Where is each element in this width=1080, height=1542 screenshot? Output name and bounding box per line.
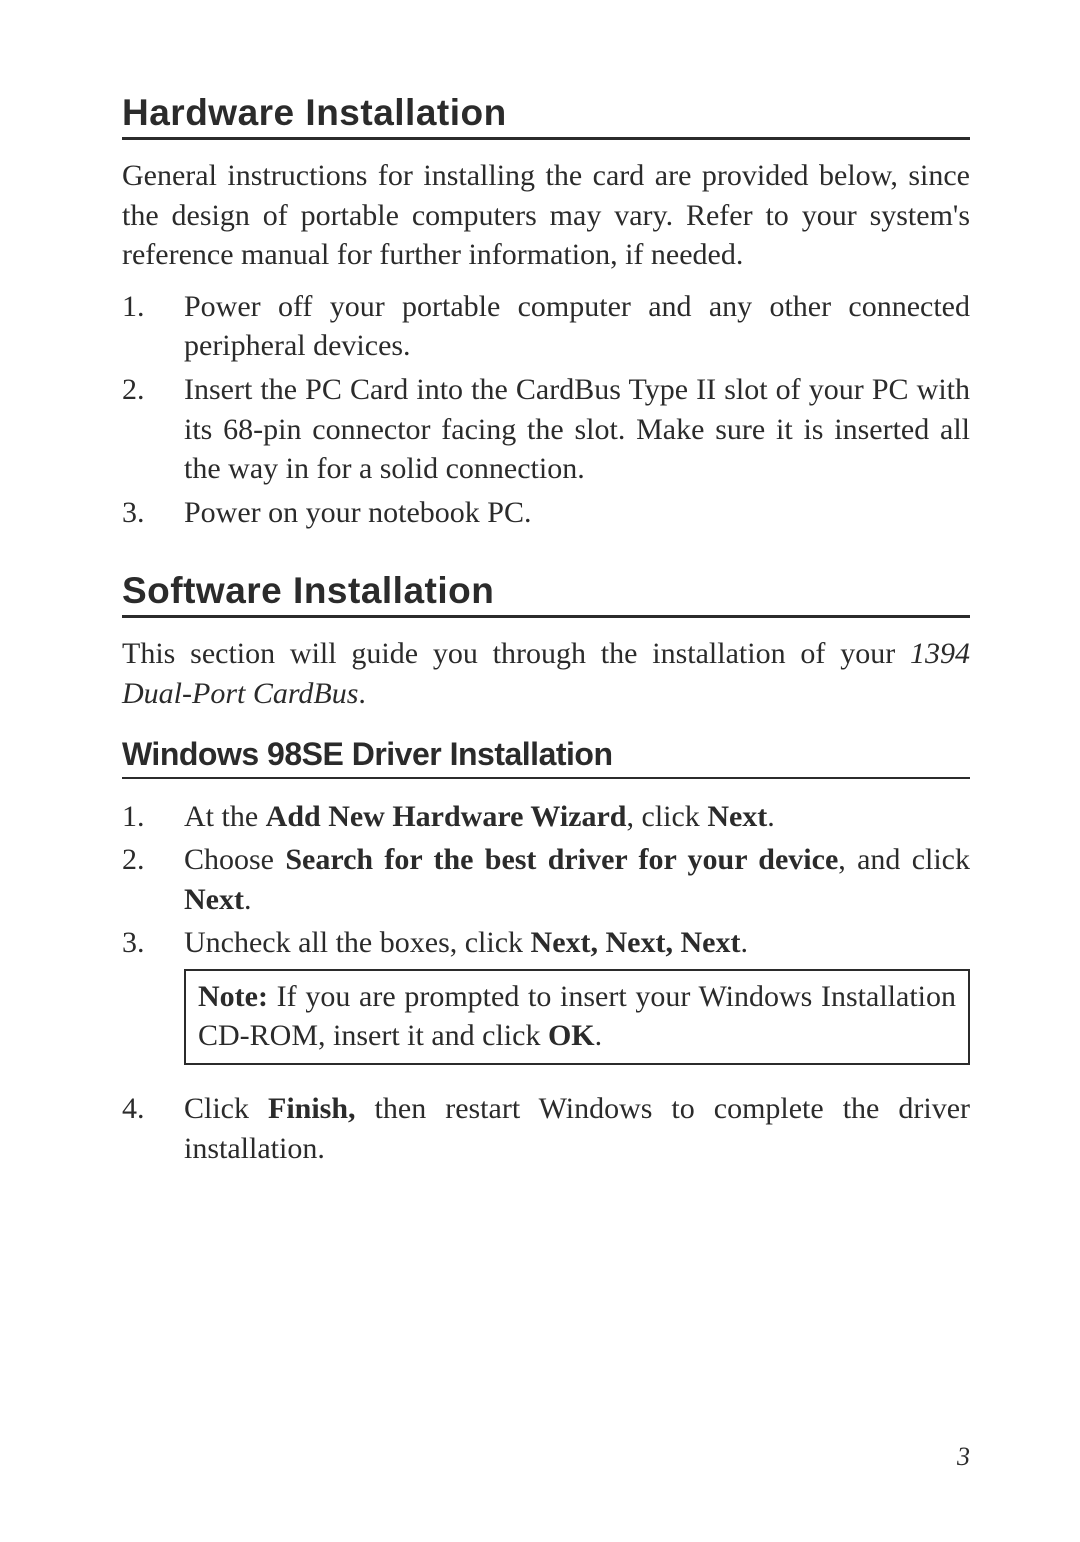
list-text: Choose Search for the best driver for yo… bbox=[184, 840, 970, 919]
heading-windows-98se: Windows 98SE Driver Installation bbox=[122, 736, 970, 779]
text-run: Choose bbox=[184, 843, 285, 876]
list-text: Power off your portable computer and any… bbox=[184, 287, 970, 366]
list-item: 4. Click Finish, then restart Windows to… bbox=[122, 1089, 970, 1168]
heading-software-installation: Software Installation bbox=[122, 570, 970, 618]
text-run: Uncheck all the boxes, click bbox=[184, 926, 531, 959]
text-run: . bbox=[740, 926, 748, 959]
list-item: 3. Uncheck all the boxes, click Next, Ne… bbox=[122, 923, 970, 963]
bold-text: Next bbox=[707, 800, 767, 833]
list-number: 1. bbox=[122, 287, 184, 366]
bold-text: Next bbox=[184, 883, 244, 916]
list-text: Insert the PC Card into the CardBus Type… bbox=[184, 370, 970, 489]
note-box: Note: If you are prompted to insert your… bbox=[184, 969, 970, 1065]
list-number: 2. bbox=[122, 840, 184, 919]
list-text: At the Add New Hardware Wizard, click Ne… bbox=[184, 797, 970, 837]
heading-hardware-installation: Hardware Installation bbox=[122, 92, 970, 140]
list-number: 4. bbox=[122, 1089, 184, 1168]
text-run: . bbox=[244, 883, 252, 916]
intro-text-post: . bbox=[358, 677, 366, 710]
bold-text: Add New Hardware Wizard bbox=[266, 800, 627, 833]
text-run: At the bbox=[184, 800, 266, 833]
text-run: Click bbox=[184, 1092, 268, 1125]
list-number: 3. bbox=[122, 493, 184, 533]
list-number: 3. bbox=[122, 923, 184, 963]
windows-steps-list: 1. At the Add New Hardware Wizard, click… bbox=[122, 797, 970, 963]
bold-text: Next, Next, Next bbox=[531, 926, 741, 959]
page-number: 3 bbox=[957, 1442, 970, 1472]
text-run: . bbox=[595, 1019, 603, 1052]
bold-text: Finish, bbox=[268, 1092, 356, 1125]
text-run: . bbox=[767, 800, 775, 833]
list-text: Power on your notebook PC. bbox=[184, 493, 970, 533]
list-text: Uncheck all the boxes, click Next, Next,… bbox=[184, 923, 970, 963]
list-item: 1. At the Add New Hardware Wizard, click… bbox=[122, 797, 970, 837]
list-number: 1. bbox=[122, 797, 184, 837]
bold-text: Search for the best driver for your devi… bbox=[285, 843, 838, 876]
text-run: , click bbox=[627, 800, 708, 833]
windows-steps-list-continued: 4. Click Finish, then restart Windows to… bbox=[122, 1089, 970, 1168]
list-item: 3. Power on your notebook PC. bbox=[122, 493, 970, 533]
list-item: 2. Choose Search for the best driver for… bbox=[122, 840, 970, 919]
text-run: , and click bbox=[838, 843, 970, 876]
note-label: Note: bbox=[198, 980, 268, 1013]
bold-text: OK bbox=[548, 1019, 595, 1052]
hardware-steps-list: 1. Power off your portable computer and … bbox=[122, 287, 970, 533]
hardware-intro-paragraph: General instructions for installing the … bbox=[122, 156, 970, 275]
list-item: 2. Insert the PC Card into the CardBus T… bbox=[122, 370, 970, 489]
list-item: 1. Power off your portable computer and … bbox=[122, 287, 970, 366]
list-number: 2. bbox=[122, 370, 184, 489]
list-text: Click Finish, then restart Windows to co… bbox=[184, 1089, 970, 1168]
intro-text-pre: This section will guide you through the … bbox=[122, 637, 910, 670]
software-intro-paragraph: This section will guide you through the … bbox=[122, 634, 970, 713]
